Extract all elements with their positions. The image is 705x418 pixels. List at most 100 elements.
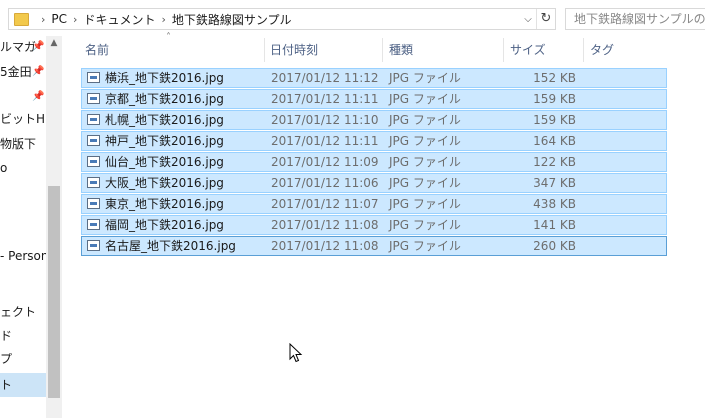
column-header-name[interactable]: 名前 xyxy=(85,38,109,62)
file-date: 2017/01/12 11:11 xyxy=(271,92,379,106)
breadcrumb-documents[interactable]: ドキュメント xyxy=(83,11,155,28)
file-row[interactable]: 福岡_地下鉄2016.jpg 2017/01/12 11:08 JPG ファイル… xyxy=(81,215,667,235)
column-divider[interactable] xyxy=(583,38,584,62)
mouse-cursor-icon xyxy=(289,343,303,363)
file-size: 141 KB xyxy=(533,218,576,232)
file-size: 260 KB xyxy=(533,239,576,253)
file-date: 2017/01/12 11:10 xyxy=(271,113,379,127)
nav-item-label: プ xyxy=(0,352,13,366)
column-divider[interactable] xyxy=(503,38,504,62)
file-size: 159 KB xyxy=(533,92,576,106)
nav-item-label: ルマガ xyxy=(0,40,37,54)
file-size: 159 KB xyxy=(533,113,576,127)
scroll-up-arrow-icon[interactable]: ▲ xyxy=(46,38,62,48)
file-date: 2017/01/12 11:08 xyxy=(271,218,379,232)
folder-icon xyxy=(14,12,29,26)
file-name: 福岡_地下鉄2016.jpg xyxy=(105,218,224,232)
nav-item[interactable]: ェクト xyxy=(0,302,46,322)
file-date: 2017/01/12 11:09 xyxy=(271,155,379,169)
file-row[interactable]: 仙台_地下鉄2016.jpg 2017/01/12 11:09 JPG ファイル… xyxy=(81,152,667,172)
file-row-focused[interactable]: 名古屋_地下鉄2016.jpg 2017/01/12 11:08 JPG ファイ… xyxy=(81,236,667,256)
file-type: JPG ファイル xyxy=(389,176,461,190)
nav-item[interactable]: 物版下 xyxy=(0,134,46,154)
breadcrumb-pc[interactable]: PC xyxy=(51,12,67,26)
nav-item-selected[interactable]: ト xyxy=(0,373,46,397)
file-row[interactable]: 札幌_地下鉄2016.jpg 2017/01/12 11:10 JPG ファイル… xyxy=(81,110,667,130)
image-file-icon xyxy=(87,135,100,146)
file-size: 122 KB xyxy=(533,155,576,169)
navigation-pane: ルマガ 📌 5金田 📌 📌 ビットHPマ 物版下 o - Persona ェクト… xyxy=(0,36,62,418)
file-size: 347 KB xyxy=(533,176,576,190)
pin-icon[interactable]: 📌 xyxy=(32,87,44,107)
image-file-icon xyxy=(87,240,100,251)
file-type: JPG ファイル xyxy=(389,239,461,253)
chevron-right-icon[interactable]: › xyxy=(161,13,165,26)
file-date: 2017/01/12 11:07 xyxy=(271,197,379,211)
image-file-icon xyxy=(87,177,100,188)
chevron-right-icon[interactable]: › xyxy=(73,13,77,26)
file-size: 438 KB xyxy=(533,197,576,211)
file-name: 横浜_地下鉄2016.jpg xyxy=(105,71,224,85)
column-header-size[interactable]: サイズ xyxy=(510,38,546,62)
nav-item[interactable]: o xyxy=(0,158,46,178)
column-divider[interactable] xyxy=(264,38,265,62)
file-row[interactable]: 神戸_地下鉄2016.jpg 2017/01/12 11:11 JPG ファイル… xyxy=(81,131,667,151)
file-date: 2017/01/12 11:11 xyxy=(271,134,379,148)
image-file-icon xyxy=(87,72,100,83)
pin-icon[interactable]: 📌 xyxy=(32,37,44,57)
nav-item[interactable]: - Persona xyxy=(0,246,46,266)
address-box[interactable]: › PC › ドキュメント › 地下鉄路線図サンプル ⌵ ↻ xyxy=(8,8,556,30)
nav-item[interactable]: ビットHPマ xyxy=(0,109,46,129)
file-row[interactable]: 横浜_地下鉄2016.jpg 2017/01/12 11:12 JPG ファイル… xyxy=(81,68,667,88)
search-input[interactable]: 地下鉄路線図サンプルの検 xyxy=(565,8,705,30)
file-type: JPG ファイル xyxy=(389,218,461,232)
file-type: JPG ファイル xyxy=(389,134,461,148)
nav-item-label: 5金田 xyxy=(0,65,32,79)
nav-item-label: ト xyxy=(0,378,13,392)
file-type: JPG ファイル xyxy=(389,113,461,127)
image-file-icon xyxy=(87,219,100,230)
file-size: 164 KB xyxy=(533,134,576,148)
file-name: 大阪_地下鉄2016.jpg xyxy=(105,176,224,190)
file-size: 152 KB xyxy=(533,71,576,85)
image-file-icon xyxy=(87,114,100,125)
image-file-icon xyxy=(87,198,100,209)
nav-item-label: ビットHPマ xyxy=(0,112,46,126)
file-row[interactable]: 大阪_地下鉄2016.jpg 2017/01/12 11:06 JPG ファイル… xyxy=(81,173,667,193)
file-type: JPG ファイル xyxy=(389,197,461,211)
nav-item-label: - Persona xyxy=(0,249,46,263)
file-type: JPG ファイル xyxy=(389,155,461,169)
file-row[interactable]: 東京_地下鉄2016.jpg 2017/01/12 11:07 JPG ファイル… xyxy=(81,194,667,214)
file-date: 2017/01/12 11:12 xyxy=(271,71,379,85)
file-name: 京都_地下鉄2016.jpg xyxy=(105,92,224,106)
scrollbar-thumb[interactable] xyxy=(48,186,60,398)
image-file-icon xyxy=(87,156,100,167)
nav-item[interactable]: ド xyxy=(0,326,46,346)
column-header-date[interactable]: 日付時刻 xyxy=(270,38,318,62)
column-divider[interactable] xyxy=(382,38,383,62)
nav-item-label: 物版下 xyxy=(0,137,37,151)
nav-item[interactable]: プ xyxy=(0,349,46,369)
file-type: JPG ファイル xyxy=(389,92,461,106)
file-list-empty-area[interactable] xyxy=(62,258,705,418)
file-row[interactable]: 京都_地下鉄2016.jpg 2017/01/12 11:11 JPG ファイル… xyxy=(81,89,667,109)
nav-item-label: o xyxy=(0,161,8,175)
file-name: 神戸_地下鉄2016.jpg xyxy=(105,134,224,148)
file-name: 名古屋_地下鉄2016.jpg xyxy=(105,239,236,253)
nav-item-label: ェクト xyxy=(0,305,37,319)
file-name: 東京_地下鉄2016.jpg xyxy=(105,197,224,211)
address-bar: › PC › ドキュメント › 地下鉄路線図サンプル ⌵ ↻ 地下鉄路線図サンプ… xyxy=(0,0,705,36)
file-name: 仙台_地下鉄2016.jpg xyxy=(105,155,224,169)
column-header-tag[interactable]: タグ xyxy=(590,38,614,62)
file-date: 2017/01/12 11:08 xyxy=(271,239,379,253)
chevron-down-icon[interactable]: ⌵ xyxy=(520,14,536,25)
column-header-type[interactable]: 種類 xyxy=(389,38,413,62)
image-file-icon xyxy=(87,93,100,104)
file-type: JPG ファイル xyxy=(389,71,461,85)
pin-icon[interactable]: 📌 xyxy=(32,62,44,82)
refresh-icon[interactable]: ↻ xyxy=(536,9,555,29)
breadcrumb-current-folder[interactable]: 地下鉄路線図サンプル xyxy=(172,11,292,28)
nav-scrollbar[interactable]: ▲ xyxy=(46,36,62,418)
file-date: 2017/01/12 11:06 xyxy=(271,176,379,190)
chevron-right-icon[interactable]: › xyxy=(41,13,45,26)
